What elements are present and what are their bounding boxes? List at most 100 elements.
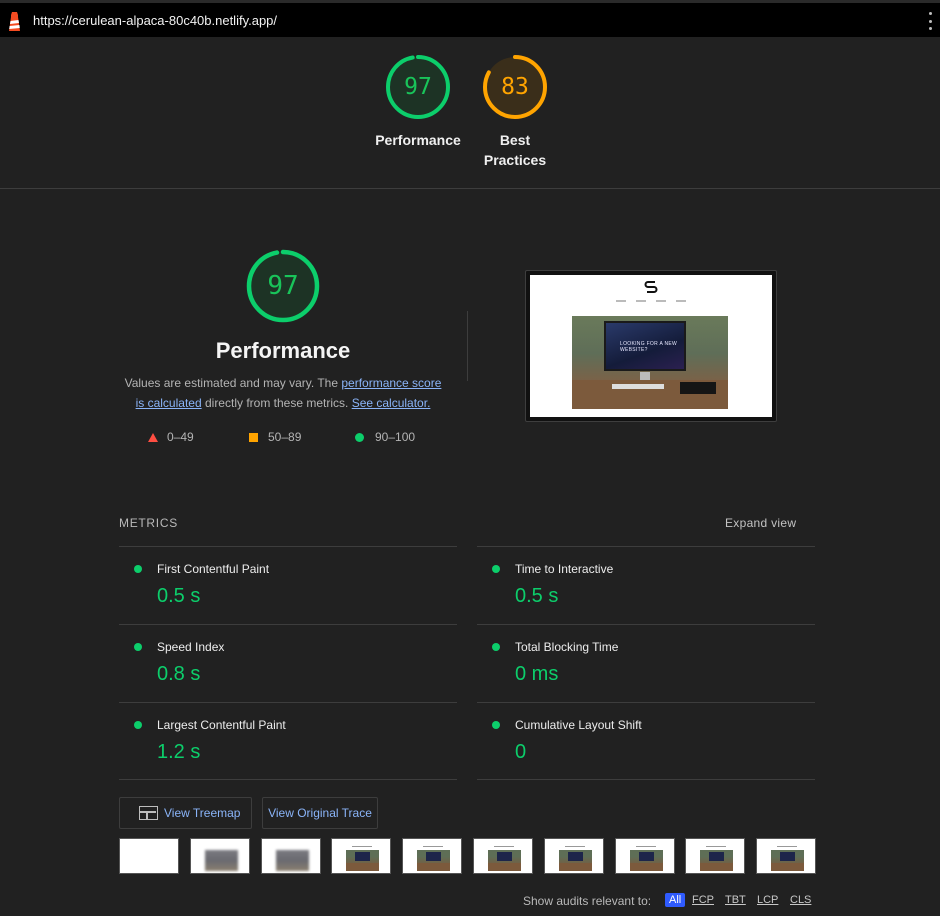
frame-header <box>423 846 444 847</box>
desc-text: Values are estimated and may vary. The <box>124 376 342 390</box>
page-title: Performance <box>215 338 351 363</box>
monitor-image: LOOKING FOR A NEW WEBSITE? <box>604 321 686 371</box>
pass-circle-icon <box>134 643 142 651</box>
metric-value: 0.5 s <box>515 585 559 607</box>
filter-chip-fcp[interactable]: FCP <box>692 894 714 906</box>
frame-thumbnail <box>417 850 451 871</box>
frame-header <box>494 846 514 847</box>
gauge-label-line: Practices <box>483 152 547 168</box>
metrics-header: METRICS <box>119 516 178 530</box>
square-icon <box>249 432 258 442</box>
metric-name: Cumulative Layout Shift <box>515 718 642 732</box>
audits-filter-label: Show audits relevant to: <box>523 894 652 908</box>
view-treemap-button[interactable]: View Treemap <box>119 797 252 829</box>
metric-speed-index: Speed Index 0.8 s <box>119 625 457 703</box>
triangle-icon <box>148 432 158 442</box>
divider <box>467 311 468 381</box>
filter-chip-tbt[interactable]: TBT <box>725 894 746 906</box>
filter-chip-lcp[interactable]: LCP <box>757 894 778 906</box>
expand-view-button[interactable]: Expand view <box>725 516 796 530</box>
treemap-icon <box>139 806 158 820</box>
legend-item-fail: 0–49 <box>148 430 194 444</box>
more-options-icon[interactable] <box>926 12 934 30</box>
metric-total-blocking-time: Total Blocking Time 0 ms <box>477 625 815 703</box>
button-label: View Treemap <box>164 806 241 820</box>
legend-range: 0–49 <box>167 430 194 444</box>
frame-header <box>777 846 798 847</box>
gauge-label: Performance <box>375 132 461 148</box>
frame-thumbnail <box>629 850 663 871</box>
legend-range: 90–100 <box>375 430 416 444</box>
filmstrip-frame <box>260 838 321 874</box>
hero-text: LOOKING FOR A NEW WEBSITE? <box>620 341 678 353</box>
filter-chip-cls[interactable]: CLS <box>790 894 811 906</box>
filmstrip-frame <box>119 838 179 874</box>
pass-circle-icon <box>134 721 142 729</box>
pass-circle-icon <box>134 565 142 573</box>
lighthouse-icon <box>9 12 20 31</box>
metric-value: 0 ms <box>515 663 559 685</box>
desc-text: directly from these metrics. <box>201 396 352 410</box>
frame-thumbnail <box>204 850 238 871</box>
frame-header <box>706 846 727 847</box>
performance-score-link[interactable]: performance score <box>341 376 441 390</box>
frame-thumbnail <box>275 850 309 871</box>
legend-item-pass: 90–100 <box>355 430 415 444</box>
metric-name: Total Blocking Time <box>515 640 619 654</box>
filmstrip-frame <box>685 838 746 874</box>
legend-item-average: 50–89 <box>249 430 301 444</box>
gauge-score: 97 <box>404 74 432 100</box>
metric-time-to-interactive: Time to Interactive 0.5 s <box>477 547 815 625</box>
metric-largest-contentful-paint: Largest Contentful Paint 1.2 s <box>119 703 457 781</box>
pass-circle-icon <box>492 721 500 729</box>
site-hero-image: LOOKING FOR A NEW WEBSITE? <box>572 316 728 409</box>
divider <box>119 779 457 780</box>
frame-thumbnail <box>488 850 521 871</box>
score-legend: 0–49 50–89 90–100 <box>148 430 448 446</box>
pass-circle-icon <box>492 565 500 573</box>
legend-range: 50–89 <box>268 430 302 444</box>
filmstrip-frame <box>331 838 392 874</box>
is-calculated-link[interactable]: is calculated <box>136 396 202 410</box>
gauge-best-practices[interactable]: 83 Best Practices <box>460 54 570 170</box>
filmstrip-frame <box>543 838 604 874</box>
gauge-label: Best Practices <box>460 130 570 170</box>
metric-name: Time to Interactive <box>515 562 614 576</box>
filmstrip-frame <box>189 838 250 874</box>
view-original-trace-button[interactable]: View Original Trace <box>262 797 378 829</box>
metric-name: First Contentful Paint <box>157 562 270 576</box>
url-bar: https://cerulean-alpaca-80c40b.netlify.a… <box>0 0 940 37</box>
performance-summary: 97 Performance Values are estimated and … <box>118 248 448 413</box>
frame-header <box>352 846 373 847</box>
frame-header <box>635 846 656 847</box>
performance-description: Values are estimated and may vary. The p… <box>118 373 448 413</box>
frame-thumbnail <box>346 850 380 871</box>
metric-cumulative-layout-shift: Cumulative Layout Shift 0 <box>477 703 815 781</box>
filmstrip-frame <box>473 838 533 874</box>
filter-chip-all[interactable]: All <box>665 893 686 907</box>
frame-thumbnail <box>700 850 734 871</box>
score-gauges: 97 Performance 83 Best Practices <box>0 37 940 189</box>
divider <box>477 779 815 780</box>
filmstrip-frame <box>402 838 463 874</box>
metric-value: 0.8 s <box>157 663 201 685</box>
button-label: View Original Trace <box>268 806 372 820</box>
metric-value: 0.5 s <box>157 585 201 607</box>
filmstrip-frame <box>756 838 817 874</box>
metric-name: Largest Contentful Paint <box>157 718 286 732</box>
performance-score: 97 <box>267 271 299 301</box>
site-nav <box>616 300 686 302</box>
frame-thumbnail <box>558 850 592 871</box>
gauge-performance[interactable]: 97 Performance <box>363 54 473 150</box>
see-calculator-link[interactable]: See calculator. <box>352 396 431 410</box>
pass-circle-icon <box>492 643 500 651</box>
metric-first-contentful-paint: First Contentful Paint 0.5 s <box>119 547 457 625</box>
circle-icon <box>355 432 364 442</box>
final-screenshot[interactable]: LOOKING FOR A NEW WEBSITE? <box>525 270 777 422</box>
metric-name: Speed Index <box>157 640 225 654</box>
screenshot-page: LOOKING FOR A NEW WEBSITE? <box>530 275 772 417</box>
site-logo-icon <box>644 281 658 293</box>
metric-value: 1.2 s <box>157 741 201 763</box>
metric-value: 0 <box>515 741 527 763</box>
page-url: https://cerulean-alpaca-80c40b.netlify.a… <box>33 13 278 28</box>
